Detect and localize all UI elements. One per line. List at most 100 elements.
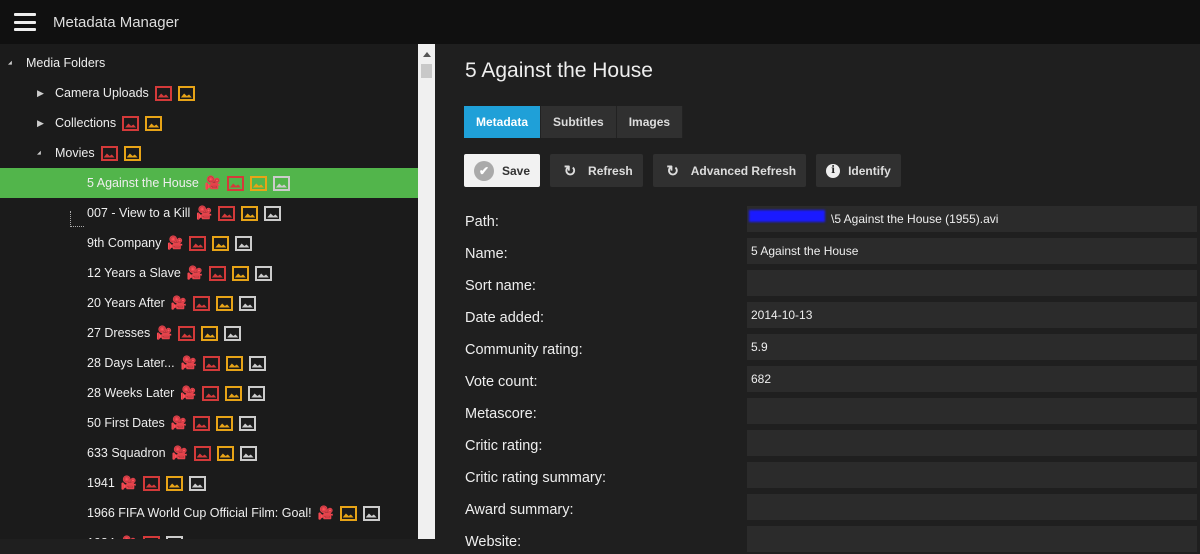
image-icon-orange xyxy=(177,85,195,101)
refresh-icon: ↻ xyxy=(666,162,679,180)
image-icon-orange xyxy=(215,415,233,431)
field-website: Website: xyxy=(465,526,1200,554)
tree-item[interactable]: 633 Squadron 🎥 xyxy=(0,438,418,468)
tab-subtitles[interactable]: Subtitles xyxy=(541,106,617,138)
field-sort-name: Sort name: xyxy=(465,270,1200,298)
image-icon-red xyxy=(192,415,210,431)
image-icon-orange xyxy=(231,265,249,281)
field-input[interactable]: 682 xyxy=(747,366,1197,392)
image-icon-gray xyxy=(248,355,266,371)
item-label: 9th Company xyxy=(87,236,162,250)
image-icon-red xyxy=(178,325,196,341)
image-icon-orange xyxy=(165,475,183,491)
tree-item[interactable]: 50 First Dates 🎥 xyxy=(0,408,418,438)
field-label: Sort name: xyxy=(465,278,536,294)
expanded-arrow-icon[interactable]: ◢ xyxy=(8,60,18,66)
image-icon-red xyxy=(142,535,160,539)
camera-icon: 🎥 xyxy=(120,475,137,490)
tree-connector xyxy=(70,211,84,227)
scroll-thumb[interactable] xyxy=(421,64,432,78)
field-input[interactable] xyxy=(747,398,1197,424)
camera-icon: 🎥 xyxy=(156,325,173,340)
field-community-rating: Community rating: 5.9 xyxy=(465,334,1200,362)
camera-icon: 🎥 xyxy=(171,445,188,460)
field-label: Critic rating summary: xyxy=(465,470,606,486)
expand-arrow-icon[interactable]: ▶ xyxy=(37,88,47,99)
tree-item[interactable]: 12 Years a Slave 🎥 xyxy=(0,258,418,288)
tree-item[interactable]: 9th Company 🎥 xyxy=(0,228,418,258)
info-icon: i xyxy=(826,163,841,178)
item-label: 1941 xyxy=(87,476,115,490)
field-input[interactable] xyxy=(747,462,1197,488)
folder-label: Movies xyxy=(55,146,95,160)
tree-item[interactable]: 1941 🎥 xyxy=(0,468,418,498)
image-icon-gray xyxy=(254,265,272,281)
item-label: 20 Years After xyxy=(87,296,165,310)
tree-item[interactable]: 5 Against the House 🎥 xyxy=(0,168,418,198)
image-icon-orange xyxy=(212,235,230,251)
image-icon-gray xyxy=(188,475,206,491)
field-label: Critic rating: xyxy=(465,438,543,454)
field-date-added: Date added: 2014-10-13 xyxy=(465,302,1200,330)
camera-icon: 🎥 xyxy=(180,385,197,400)
advanced-refresh-button[interactable]: ↻ Advanced Refresh xyxy=(652,154,807,187)
image-icon-orange xyxy=(123,145,141,161)
field-input[interactable] xyxy=(747,430,1197,456)
image-icon-red xyxy=(100,145,118,161)
identify-button[interactable]: i Identify xyxy=(816,154,901,187)
tree-item[interactable]: 27 Dresses 🎥 xyxy=(0,318,418,348)
tree-item[interactable]: 1966 FIFA World Cup Official Film: Goal!… xyxy=(0,498,418,528)
tree-folder[interactable]: ◢ Movies xyxy=(0,138,418,168)
save-button[interactable]: ✔ Save xyxy=(464,154,541,187)
scroll-up-icon[interactable] xyxy=(423,52,431,57)
item-label: 28 Days Later... xyxy=(87,356,175,370)
field-input[interactable]: 5 Against the House xyxy=(747,238,1197,264)
image-icon-red xyxy=(122,115,140,131)
item-label: 5 Against the House xyxy=(87,176,199,190)
field-input[interactable]: 2014-10-13 xyxy=(747,302,1197,328)
item-label: 633 Squadron xyxy=(87,446,166,460)
redacted-path xyxy=(749,210,825,222)
tree-folder[interactable]: ▶ Camera Uploads xyxy=(0,78,418,108)
field-input[interactable] xyxy=(747,494,1197,520)
image-icon-red xyxy=(208,265,226,281)
field-label: Vote count: xyxy=(465,374,538,390)
tree-item[interactable]: 1984🎥 xyxy=(0,528,418,539)
field-input[interactable]: 5.9 xyxy=(747,334,1197,360)
field-label: Date added: xyxy=(465,310,545,326)
image-icon-gray xyxy=(165,535,183,539)
field-input[interactable] xyxy=(747,270,1197,296)
menu-icon[interactable] xyxy=(14,13,36,31)
tree-root[interactable]: ◢ Media Folders xyxy=(0,48,418,78)
image-icon-orange xyxy=(216,445,234,461)
camera-icon: 🎥 xyxy=(180,355,197,370)
tree-item[interactable]: 28 Days Later... 🎥 xyxy=(0,348,418,378)
tab-images[interactable]: Images xyxy=(616,106,684,138)
tree-item[interactable]: 20 Years After 🎥 xyxy=(0,288,418,318)
app-title: Metadata Manager xyxy=(53,13,179,31)
field-vote-count: Vote count: 682 xyxy=(465,366,1200,394)
expand-arrow-icon[interactable]: ▶ xyxy=(37,118,47,129)
expanded-arrow-icon[interactable]: ◢ xyxy=(37,150,47,156)
image-icon-gray xyxy=(239,445,257,461)
tab-metadata[interactable]: Metadata xyxy=(464,106,542,138)
field-name: Name: 5 Against the House xyxy=(465,238,1200,266)
image-icon-gray xyxy=(272,175,290,191)
image-icon-red xyxy=(226,175,244,191)
item-label: 1966 FIFA World Cup Official Film: Goal! xyxy=(87,506,312,520)
item-label: 28 Weeks Later xyxy=(87,386,175,400)
folder-label: Collections xyxy=(55,116,117,130)
camera-icon: 🎥 xyxy=(170,415,187,430)
item-label: 007 - View to a Kill xyxy=(87,206,191,220)
tree-item[interactable]: 28 Weeks Later 🎥 xyxy=(0,378,418,408)
field-input[interactable] xyxy=(747,526,1197,552)
tree-folder[interactable]: ▶ Collections xyxy=(0,108,418,138)
tree-scrollbar[interactable] xyxy=(418,44,435,539)
image-icon-red xyxy=(142,475,160,491)
image-icon-gray xyxy=(224,325,242,341)
field-label: Metascore: xyxy=(465,406,537,422)
tree-item[interactable]: 007 - View to a Kill 🎥 xyxy=(0,198,418,228)
image-icon-orange xyxy=(339,505,357,521)
refresh-button[interactable]: ↻ Refresh xyxy=(550,154,643,187)
image-icon-orange xyxy=(215,295,233,311)
